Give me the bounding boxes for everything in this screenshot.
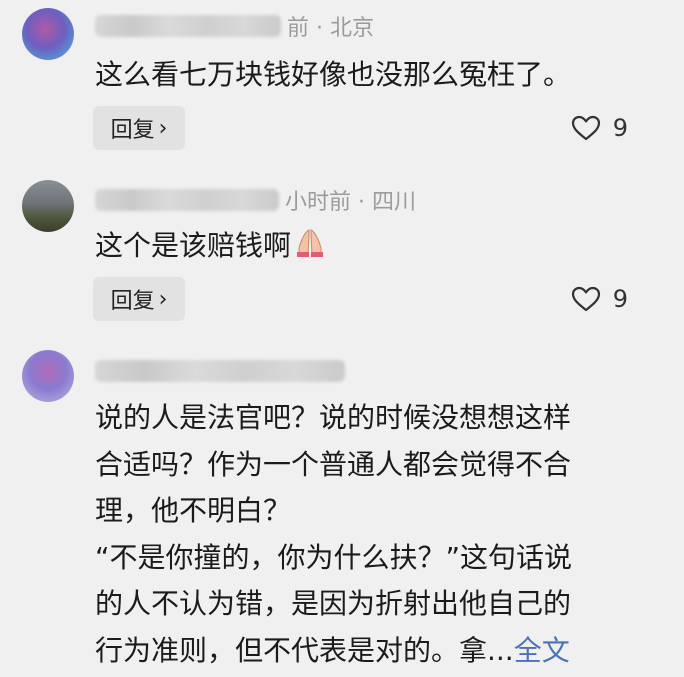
comment-line: 理，他不明白？ <box>95 494 292 527</box>
comment-line: 合适吗？作为一个普通人都会觉得不合 <box>95 447 572 481</box>
comment-text[interactable]: 这个是该赔钱啊 <box>95 226 327 269</box>
chevron-right-icon: › <box>158 286 168 312</box>
comment-meta: 小时前 · 四川 <box>95 184 416 216</box>
comment-list: 前 · 北京 这么看七万块钱好像也没那么冤枉了。 回复 › 9 小时前 · 四川… <box>0 0 684 677</box>
like-count: 9 <box>612 114 628 142</box>
reply-label: 回复 <box>110 289 155 314</box>
reply-button[interactable]: 回复 › <box>93 277 185 321</box>
comment-line: 的人不认为错，是因为折射出他自己的 <box>95 587 572 620</box>
avatar[interactable] <box>22 180 74 232</box>
comment-meta <box>95 355 351 387</box>
comment-time-location: 小时前 · 四川 <box>285 190 416 215</box>
folded-hands-icon <box>293 226 327 269</box>
blurred-username[interactable] <box>95 15 281 37</box>
comment-line: 说的人是法官吧？说的时候没想想这样 <box>95 401 572 434</box>
comment-text[interactable]: 这么看七万块钱好像也没那么冤枉了。 <box>95 55 571 95</box>
comment-line-last: 行为准则，但不代表是对的。拿...全文 <box>95 633 570 667</box>
avatar[interactable] <box>22 8 74 60</box>
comment-time-location: 前 · 北京 <box>287 16 374 41</box>
heart-outline-icon <box>571 115 600 141</box>
like-button[interactable]: 9 <box>571 108 628 148</box>
like-count: 9 <box>612 285 628 313</box>
chevron-right-icon: › <box>158 115 168 141</box>
avatar[interactable] <box>22 350 74 402</box>
reply-label: 回复 <box>110 118 155 143</box>
comment-text[interactable]: 说的人是法官吧？说的时候没想想这样 合适吗？作为一个普通人都会觉得不合 理，他不… <box>95 395 655 674</box>
like-button[interactable]: 9 <box>571 279 628 319</box>
blurred-username[interactable] <box>95 360 345 382</box>
comment-line: “不是你撞的，你为什么扶？”这句话说 <box>95 540 573 574</box>
reply-button[interactable]: 回复 › <box>93 106 185 150</box>
comment-meta: 前 · 北京 <box>95 10 374 42</box>
expand-full-text-link[interactable]: 全文 <box>514 634 570 667</box>
blurred-username[interactable] <box>95 189 279 211</box>
heart-outline-icon <box>571 286 600 312</box>
